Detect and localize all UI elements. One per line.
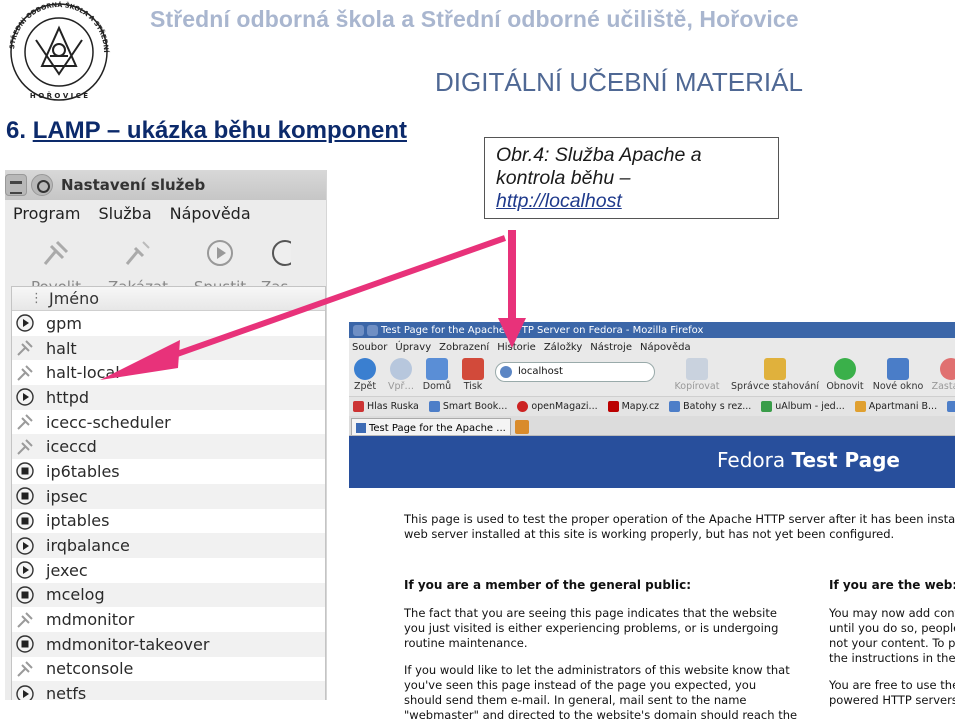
arrow-to-urlbar bbox=[498, 230, 526, 348]
arrow-to-httpd bbox=[100, 235, 507, 380]
annotation-arrows bbox=[100, 230, 526, 380]
